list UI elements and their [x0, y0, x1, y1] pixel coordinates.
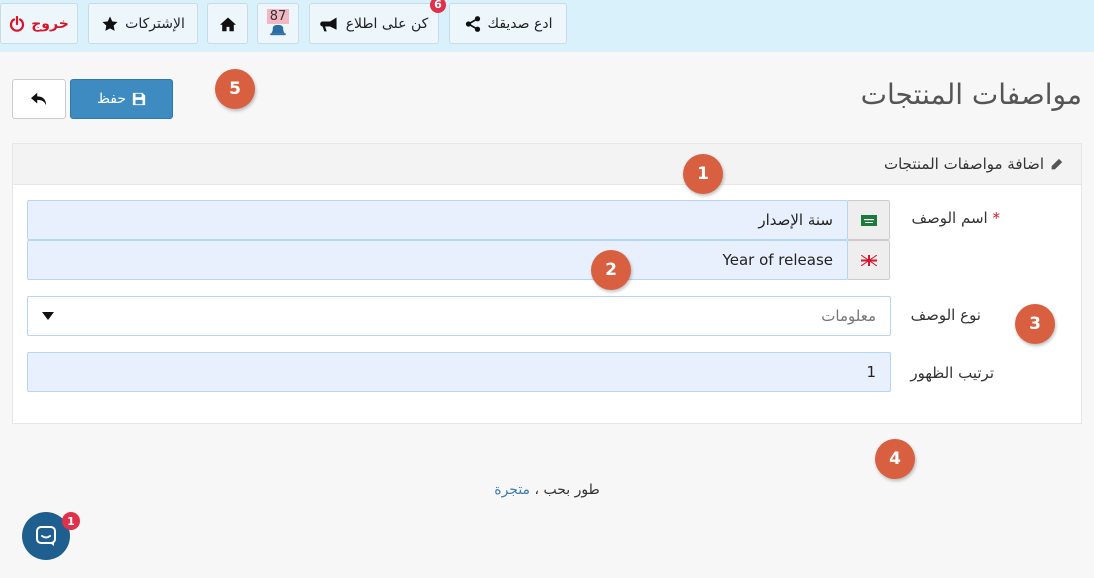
order-label: ترتيب الظهور	[910, 364, 994, 382]
bell-icon	[270, 24, 286, 36]
star-icon	[102, 16, 118, 31]
stay-informed-button[interactable]: كن على اطلاع	[309, 3, 439, 44]
megaphone-icon	[319, 16, 337, 31]
arabic-flag-addon	[847, 200, 890, 240]
back-button[interactable]	[12, 79, 66, 119]
footer: طور بحب ، متجرة	[0, 482, 1094, 498]
stay-informed-badge: 6	[430, 0, 446, 13]
name-label-wrap: * اسم الوصف	[911, 209, 1000, 227]
logout-button[interactable]: خروج	[0, 3, 78, 44]
panel-header: اضافة مواصفات المنتجات	[13, 144, 1081, 185]
annotation-marker-3: 3	[1015, 304, 1055, 344]
name-ar-input[interactable]: سنة الإصدار	[27, 200, 848, 240]
name-ar-value: سنة الإصدار	[758, 211, 833, 229]
annotation-marker-2: 2	[591, 250, 631, 290]
page-title: مواصفات المنتجات	[860, 78, 1082, 111]
notifications-count: 87	[266, 9, 290, 24]
subscriptions-label: الإشتركات	[125, 15, 185, 32]
chat-icon	[36, 526, 56, 546]
annotation-marker-4: 4	[875, 439, 915, 479]
subscriptions-button[interactable]: الإشتركات	[88, 3, 198, 44]
footer-prefix: طور بحب ،	[534, 482, 600, 498]
footer-brand-link[interactable]: متجرة	[494, 482, 530, 498]
top-navbar: خروج الإشتركات 87 كن على اطلاع 6 ادع صدي…	[0, 0, 1094, 52]
type-select[interactable]: معلومات	[27, 296, 891, 336]
name-en-input[interactable]: Year of release	[27, 240, 848, 280]
saudi-flag-icon	[860, 214, 877, 226]
reply-arrow-icon	[31, 92, 47, 106]
home-button[interactable]	[207, 3, 248, 44]
name-en-value: Year of release	[722, 251, 833, 269]
home-icon	[219, 16, 236, 31]
logout-label: خروج	[31, 15, 69, 32]
panel-title: اضافة مواصفات المنتجات	[883, 155, 1044, 173]
floppy-disk-icon	[132, 92, 146, 106]
power-icon	[10, 15, 25, 32]
notifications-button[interactable]: 87	[257, 3, 299, 44]
name-label: اسم الوصف	[911, 209, 988, 227]
save-button[interactable]: حفظ	[70, 79, 173, 119]
order-value: 1	[866, 363, 876, 381]
invite-friend-button[interactable]: ادع صديقك	[449, 3, 567, 44]
annotation-marker-1: 1	[683, 154, 723, 194]
type-label: نوع الوصف	[910, 306, 981, 324]
stay-informed-label: كن على اطلاع	[345, 15, 429, 32]
required-mark: *	[992, 209, 1001, 227]
share-icon	[465, 15, 480, 32]
english-flag-addon	[847, 240, 890, 280]
order-input[interactable]: 1	[27, 352, 891, 392]
invite-friend-label: ادع صديقك	[487, 15, 553, 32]
uk-flag-icon	[860, 254, 877, 266]
annotation-marker-5: 5	[215, 69, 255, 109]
save-label: حفظ	[96, 91, 127, 107]
chat-unread-badge: 1	[62, 512, 80, 530]
pencil-icon	[1051, 158, 1063, 169]
caret-down-icon	[42, 312, 54, 320]
type-selected-value: معلومات	[821, 307, 876, 325]
